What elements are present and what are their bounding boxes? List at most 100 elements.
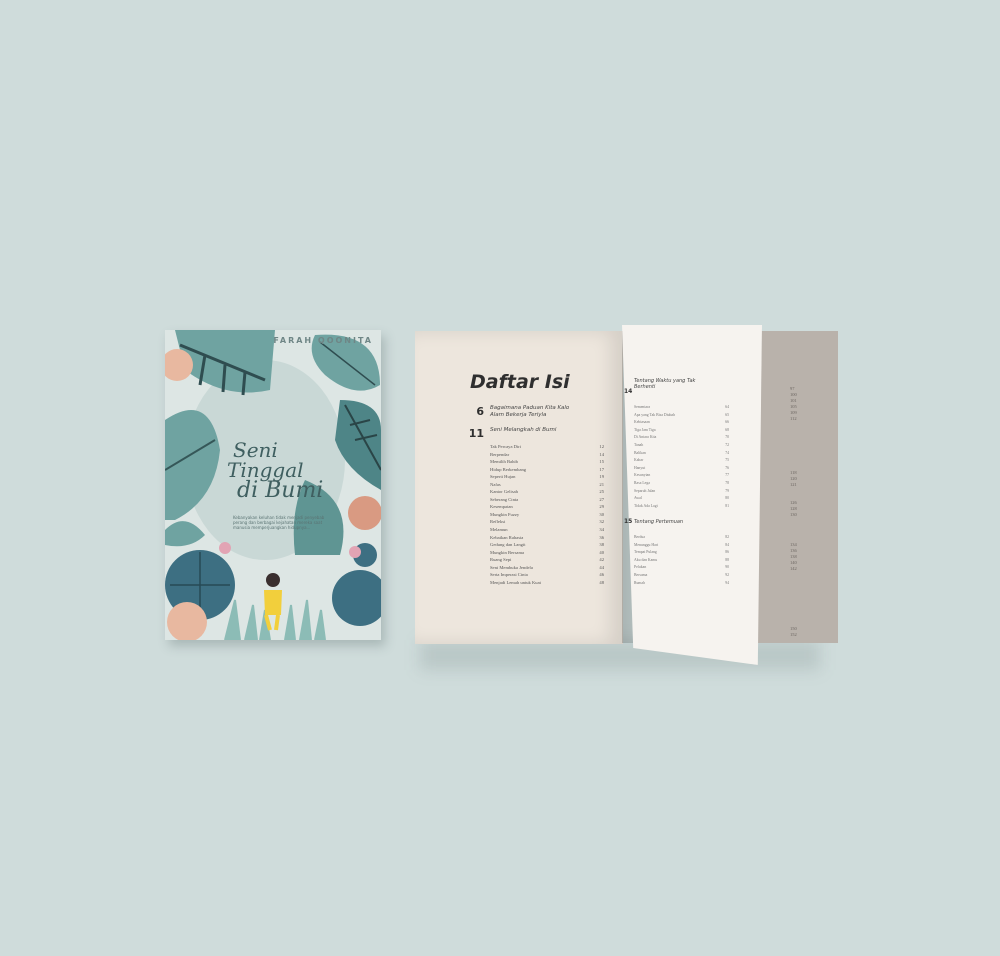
toc-entry-label: Mungkin Fuzzy <box>490 511 520 517</box>
section-title: Tentang Pertemuan <box>634 519 684 525</box>
toc-entry-label: Menjadi Lemah untuk Kuat <box>490 579 541 585</box>
toc-entry: Kabar 75 <box>634 457 729 465</box>
toc-entry: Balikan 74 <box>634 450 729 458</box>
toc-entry: Apa yang Tak Bisa Diubah 65 <box>634 412 729 420</box>
toc-entry-label: Kesunyian <box>634 473 651 478</box>
toc-entry: Berpendar 14 <box>490 451 604 459</box>
toc-entry-page: 48 <box>599 579 604 585</box>
toc-entry-page: 74 <box>725 450 729 455</box>
toc-entry-label: Berdua <box>634 535 645 539</box>
toc-entry-page: 29 <box>599 504 604 510</box>
toc-entry: Serta Imperasi Cinta 46 <box>490 571 604 579</box>
toc-entry-page: 72 <box>725 442 729 447</box>
section-number: 14 <box>624 388 633 395</box>
toc-entry-page: 46 <box>599 572 604 578</box>
toc-entry: Tiga Jam Tiga 68 <box>634 427 729 435</box>
toc-entry-label: Awal <box>634 496 642 501</box>
toc-entry: Kantor Gelisah 25 <box>490 488 604 496</box>
toc-entry: Rasa Lega 78 <box>634 480 729 488</box>
toc-entry: Menjadi Lemah untuk Kuat 48 <box>490 579 604 587</box>
toc-entry-page: 34 <box>599 527 604 533</box>
cover-title-line1: Seni <box>233 438 278 462</box>
toc-entry-label: Kantor Gelisah <box>490 489 518 495</box>
book-shadow <box>420 640 820 670</box>
toc-entry: Melamun 34 <box>490 526 604 534</box>
toc-entry-page: 80 <box>725 496 729 501</box>
toc-entry-page: 15 <box>599 459 604 465</box>
toc-entry: Awal 80 <box>634 495 729 503</box>
section-entries: Sementara 64 Apa yang Tak Bisa Diubah 65 Keb… <box>634 404 729 510</box>
toc-entry-label: Kebiasaan <box>634 420 650 425</box>
toc-entry: Kebaikan Rahasia 36 <box>490 534 604 542</box>
toc-entry-label: Kebaikan Rahasia <box>490 534 524 540</box>
toc-entry-label: Berpendar <box>490 451 510 457</box>
toc-entry-page: 68 <box>725 427 729 432</box>
toc-entry-label: Kabar <box>634 458 644 463</box>
toc-entry-label: Seperti Hujan <box>490 474 516 480</box>
mockup-scene: FARAH QOONITA Seni Tinggal di Bumi Keban… <box>0 0 1000 956</box>
toc-entry-page: 86 <box>725 550 729 555</box>
toc-entry-page: 82 <box>725 535 729 539</box>
toc-entry-label: Memilih Bahib <box>490 459 518 465</box>
toc-entry-label: Ruang Sepi <box>490 557 512 563</box>
toc-entry-page: 76 <box>725 465 729 470</box>
toc-entry-label: Tidak Ada Lagi <box>634 503 658 508</box>
chapter-number: 11 <box>468 427 484 440</box>
toc-entry-label: Di Antara Kita <box>634 435 657 440</box>
toc-entry-page: 64 <box>725 405 729 409</box>
toc-entry-label: Aku dan Kamu <box>634 557 658 562</box>
cover-subtitle: Kebanyakan keluhan tidak menjadi penyeba… <box>233 515 325 530</box>
toc-entry-label: Tempat Pulang <box>634 550 657 555</box>
toc-entry: Kesempatan 29 <box>490 503 604 511</box>
toc-entry: Seni Membuka Jendela 44 <box>490 564 604 572</box>
book-cover: FARAH QOONITA Seni Tinggal di Bumi Keban… <box>165 330 381 640</box>
toc-title: Daftar Isi <box>470 371 570 393</box>
toc-entry-label: Serta Imperasi Cinta <box>490 572 528 578</box>
toc-entry: Tempat Pulang 86 <box>634 549 729 557</box>
toc-entry: Bersama 92 <box>634 572 729 580</box>
toc-entry-page: 30 <box>599 511 604 517</box>
toc-entry-page: 19 <box>599 474 604 480</box>
toc-entry-page: 94 <box>725 580 729 585</box>
toc-entry: Tidak Ada Lagi 81 <box>634 503 729 511</box>
toc-entry: Ruang Sepi 42 <box>490 556 604 564</box>
chapter-title: Seni Melangkah di Bumi <box>490 427 557 433</box>
toc-entry-page: 84 <box>725 542 729 547</box>
toc-entry-label: Kesempatan <box>490 504 513 510</box>
toc-entry: Hanyut 76 <box>634 465 729 473</box>
toc-entry-label: Pelukan <box>634 565 647 570</box>
toc-entry-label: Mungkin Bersama <box>490 549 525 555</box>
toc-entry-label: Hidup Berkembang <box>490 466 527 472</box>
back-page-number: 152 <box>790 632 797 637</box>
toc-entry-page: 77 <box>725 473 729 478</box>
toc-entry-page: 25 <box>599 489 604 495</box>
toc-entry-page: 12 <box>599 444 604 449</box>
toc-entry: Memilih Bahib 15 <box>490 458 604 466</box>
toc-entry-label: Apa yang Tak Bisa Diubah <box>634 412 675 417</box>
toc-entry: Aku dan Kamu 88 <box>634 557 729 565</box>
toc-entry: Kebiasaan 66 <box>634 419 729 427</box>
toc-entry-page: 17 <box>599 466 604 472</box>
toc-entry: Tak Percaya Diri 12 <box>490 443 604 451</box>
toc-entry-label: Hanyut <box>634 465 646 470</box>
toc-entry-page: 70 <box>725 435 729 440</box>
toc-entry-page: 66 <box>725 420 729 425</box>
toc-entry-label: Refleksi <box>490 519 506 525</box>
toc-entry-label: Tanah <box>634 442 644 447</box>
toc-entry: Kesunyian 77 <box>634 472 729 480</box>
toc-entry: Berdua 82 <box>634 534 729 542</box>
toc-entry: Hidup Berkembang 17 <box>490 466 604 474</box>
toc-entry-page: 79 <box>725 488 729 493</box>
toc-entry-page: 40 <box>599 549 604 555</box>
toc-entry-page: 27 <box>599 496 604 502</box>
cover-title-line2: Tinggal <box>227 458 304 482</box>
toc-entry-label: Gedung dan Langit <box>490 542 526 548</box>
toc-entry-label: Rasa Lega <box>634 480 650 485</box>
toc-entry-page: 44 <box>599 564 604 570</box>
toc-entry-page: 92 <box>725 572 729 577</box>
toc-entry-label: Bersama <box>634 572 648 577</box>
toc-entry: Rumah 94 <box>634 580 729 588</box>
toc-entry-page: 88 <box>725 557 729 562</box>
toc-entry-label: Balikan <box>634 450 646 455</box>
toc-entry: Seberang Cinta 27 <box>490 496 604 504</box>
